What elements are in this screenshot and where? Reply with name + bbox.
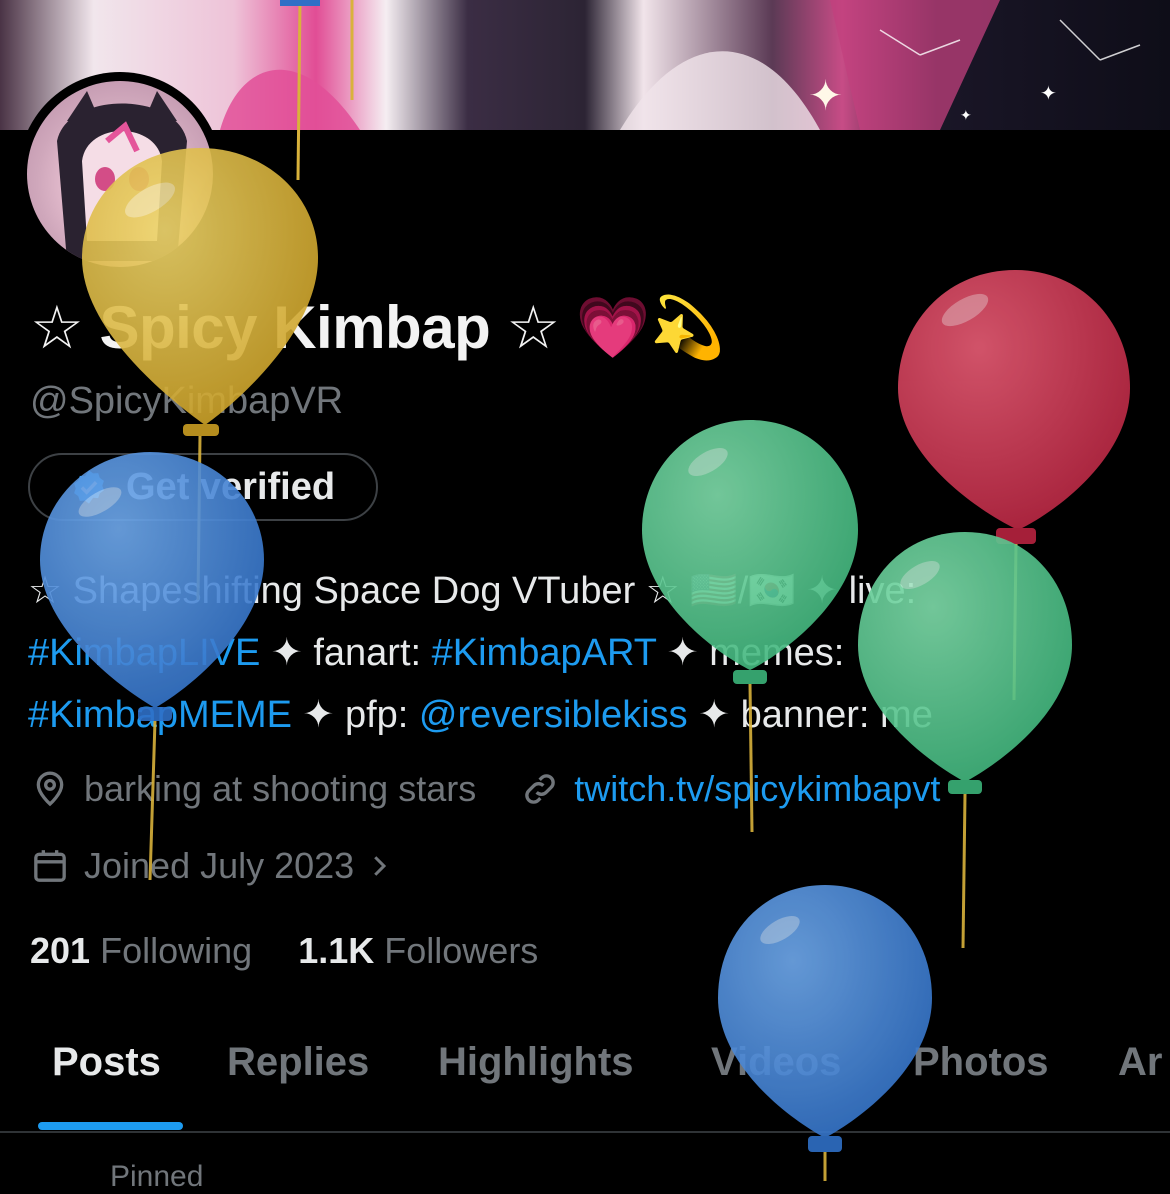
verified-badge-icon [74,470,104,504]
profile-tabs: Posts Replies Highlights Videos Photos A… [0,1040,1170,1132]
svg-text:✦: ✦ [808,72,843,119]
tabs-divider [0,1131,1170,1133]
following-count-link[interactable]: 201 Following [30,930,252,971]
followers-count-link[interactable]: 1.1K Followers [298,930,538,971]
svg-text:✦: ✦ [1040,83,1057,105]
location-pin-icon [36,771,64,807]
bio-line-3: #KimbapMEME ✦ pfp: @reversiblekiss ✦ ban… [28,684,1148,746]
calendar-icon [34,850,66,882]
hashtag-kimbapmeme-link[interactable]: #KimbapMEME [28,694,292,736]
tab-replies[interactable]: Replies [227,1040,369,1085]
svg-text:✦: ✦ [960,107,972,123]
tab-posts[interactable]: Posts [52,1040,161,1085]
bio-text: ✦ memes: [656,632,845,674]
tab-articles[interactable]: Ar [1118,1040,1162,1085]
link-icon [525,774,555,804]
bio-line-2: #KimbapLIVE ✦ fanart: #KimbapART ✦ memes… [28,622,1148,684]
bio-text: ✦ fanart: [260,632,432,674]
display-name: ☆ Spicy Kimbap ☆ 💗💫 [30,294,725,361]
joined-date[interactable]: Joined July 2023 [30,845,394,887]
handle: @SpicyKimbapVR [30,380,344,422]
follow-counts: 201 Following 1.1K Followers [30,930,538,972]
bio-line-1: ☆ Shapeshifting Space Dog VTuber ☆ 🇺🇸/🇰🇷… [28,570,917,612]
followers-label: Followers [384,930,539,971]
bio-text: ✦ banner: me [687,694,933,736]
joined-text: Joined July 2023 [84,845,355,886]
avatar-image [27,81,213,267]
balloon-blue-bottom [718,885,932,1181]
hashtag-kimbaplive-link[interactable]: #KimbapLIVE [28,632,260,674]
hashtag-kimbapart-link[interactable]: #KimbapART [432,632,657,674]
get-verified-button[interactable]: Get verified [28,453,378,521]
following-count: 201 [30,930,91,971]
tab-photos[interactable]: Photos [913,1040,1049,1085]
get-verified-label: Get verified [126,465,336,508]
bio: ☆ Shapeshifting Space Dog VTuber ☆ 🇺🇸/🇰🇷… [28,560,1148,746]
bio-text: ✦ pfp: [291,694,419,736]
followers-count: 1.1K [298,930,375,971]
tab-highlights[interactable]: Highlights [438,1040,634,1085]
location-text: barking at shooting stars [84,768,477,809]
following-label: Following [100,930,253,971]
tab-videos[interactable]: Videos [711,1040,841,1085]
chevron-right-icon [374,856,387,876]
mention-reversiblekiss-link[interactable]: @reversiblekiss [419,694,688,736]
active-tab-indicator [38,1122,183,1130]
pinned-label: Pinned [110,1160,204,1193]
profile-meta-row: barking at shooting stars twitch.tv/spic… [30,768,940,810]
avatar[interactable] [18,72,222,276]
website-link[interactable]: twitch.tv/spicykimbapvt [574,768,940,810]
